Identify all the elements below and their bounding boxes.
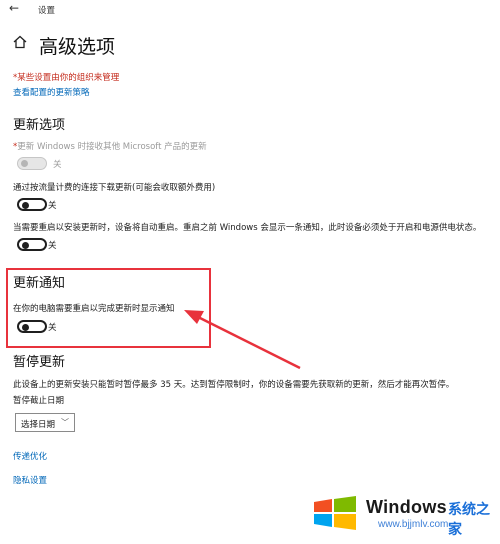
toggle-knob [22, 201, 29, 209]
watermark: Windows 系统之家 www.bjjmlv.com [312, 494, 492, 538]
view-policies-link[interactable]: 查看配置的更新策略 [13, 86, 90, 98]
org-managed-warning: *某些设置由你的组织来管理 [13, 73, 120, 83]
watermark-site-name: 系统之家 [448, 502, 490, 538]
toggle-knob [22, 241, 29, 249]
select-value: 选择日期 [21, 419, 56, 430]
pause-updates-heading: 暂停更新 [13, 355, 66, 370]
chevron-down-icon: ﹀ [61, 418, 69, 427]
windows-logo-icon [314, 496, 356, 530]
home-icon[interactable] [12, 34, 28, 50]
auto-restart-state: 关 [48, 241, 57, 251]
other-products-text: 更新 Windows 时接收其他 Microsoft 产品的更新 [17, 142, 207, 152]
pause-description: 此设备上的更新安装只能暂时暂停最多 35 天。达到暂停限制时，你的设备需要先获取… [13, 380, 455, 390]
page-title: 高级选项 [39, 36, 116, 58]
back-arrow-icon[interactable]: ← [9, 1, 19, 15]
title-bar: ← 设置 [0, 0, 500, 18]
watermark-brand: Windows [366, 497, 447, 517]
other-products-toggle [17, 157, 47, 170]
toggle-knob [22, 323, 29, 331]
other-products-state: 关 [53, 160, 62, 170]
notify-state: 关 [48, 323, 57, 333]
pause-until-label: 暂停截止日期 [13, 396, 65, 406]
notify-description: 在你的电脑需要重启以完成更新时显示通知 [13, 304, 175, 314]
metered-toggle[interactable] [17, 198, 47, 211]
privacy-settings-link[interactable]: 隐私设置 [13, 474, 47, 486]
update-notify-heading: 更新通知 [13, 276, 66, 291]
other-products-description: *更新 Windows 时接收其他 Microsoft 产品的更新 [13, 140, 207, 152]
toggle-knob [21, 160, 28, 167]
delivery-optimization-link[interactable]: 传递优化 [13, 450, 47, 462]
app-title: 设置 [38, 6, 56, 16]
metered-state: 关 [48, 201, 57, 211]
update-options-heading: 更新选项 [13, 118, 66, 133]
pause-date-select[interactable]: 选择日期 ﹀ [15, 413, 75, 432]
metered-description: 通过按流量计费的连接下载更新(可能会收取额外费用) [13, 183, 216, 193]
watermark-url: www.bjjmlv.com [378, 519, 449, 530]
notify-toggle[interactable] [17, 320, 47, 333]
auto-restart-description: 当需要重启以安装更新时，设备将自动重启。重启之前 Windows 会显示一条通知… [13, 223, 482, 233]
auto-restart-toggle[interactable] [17, 238, 47, 251]
